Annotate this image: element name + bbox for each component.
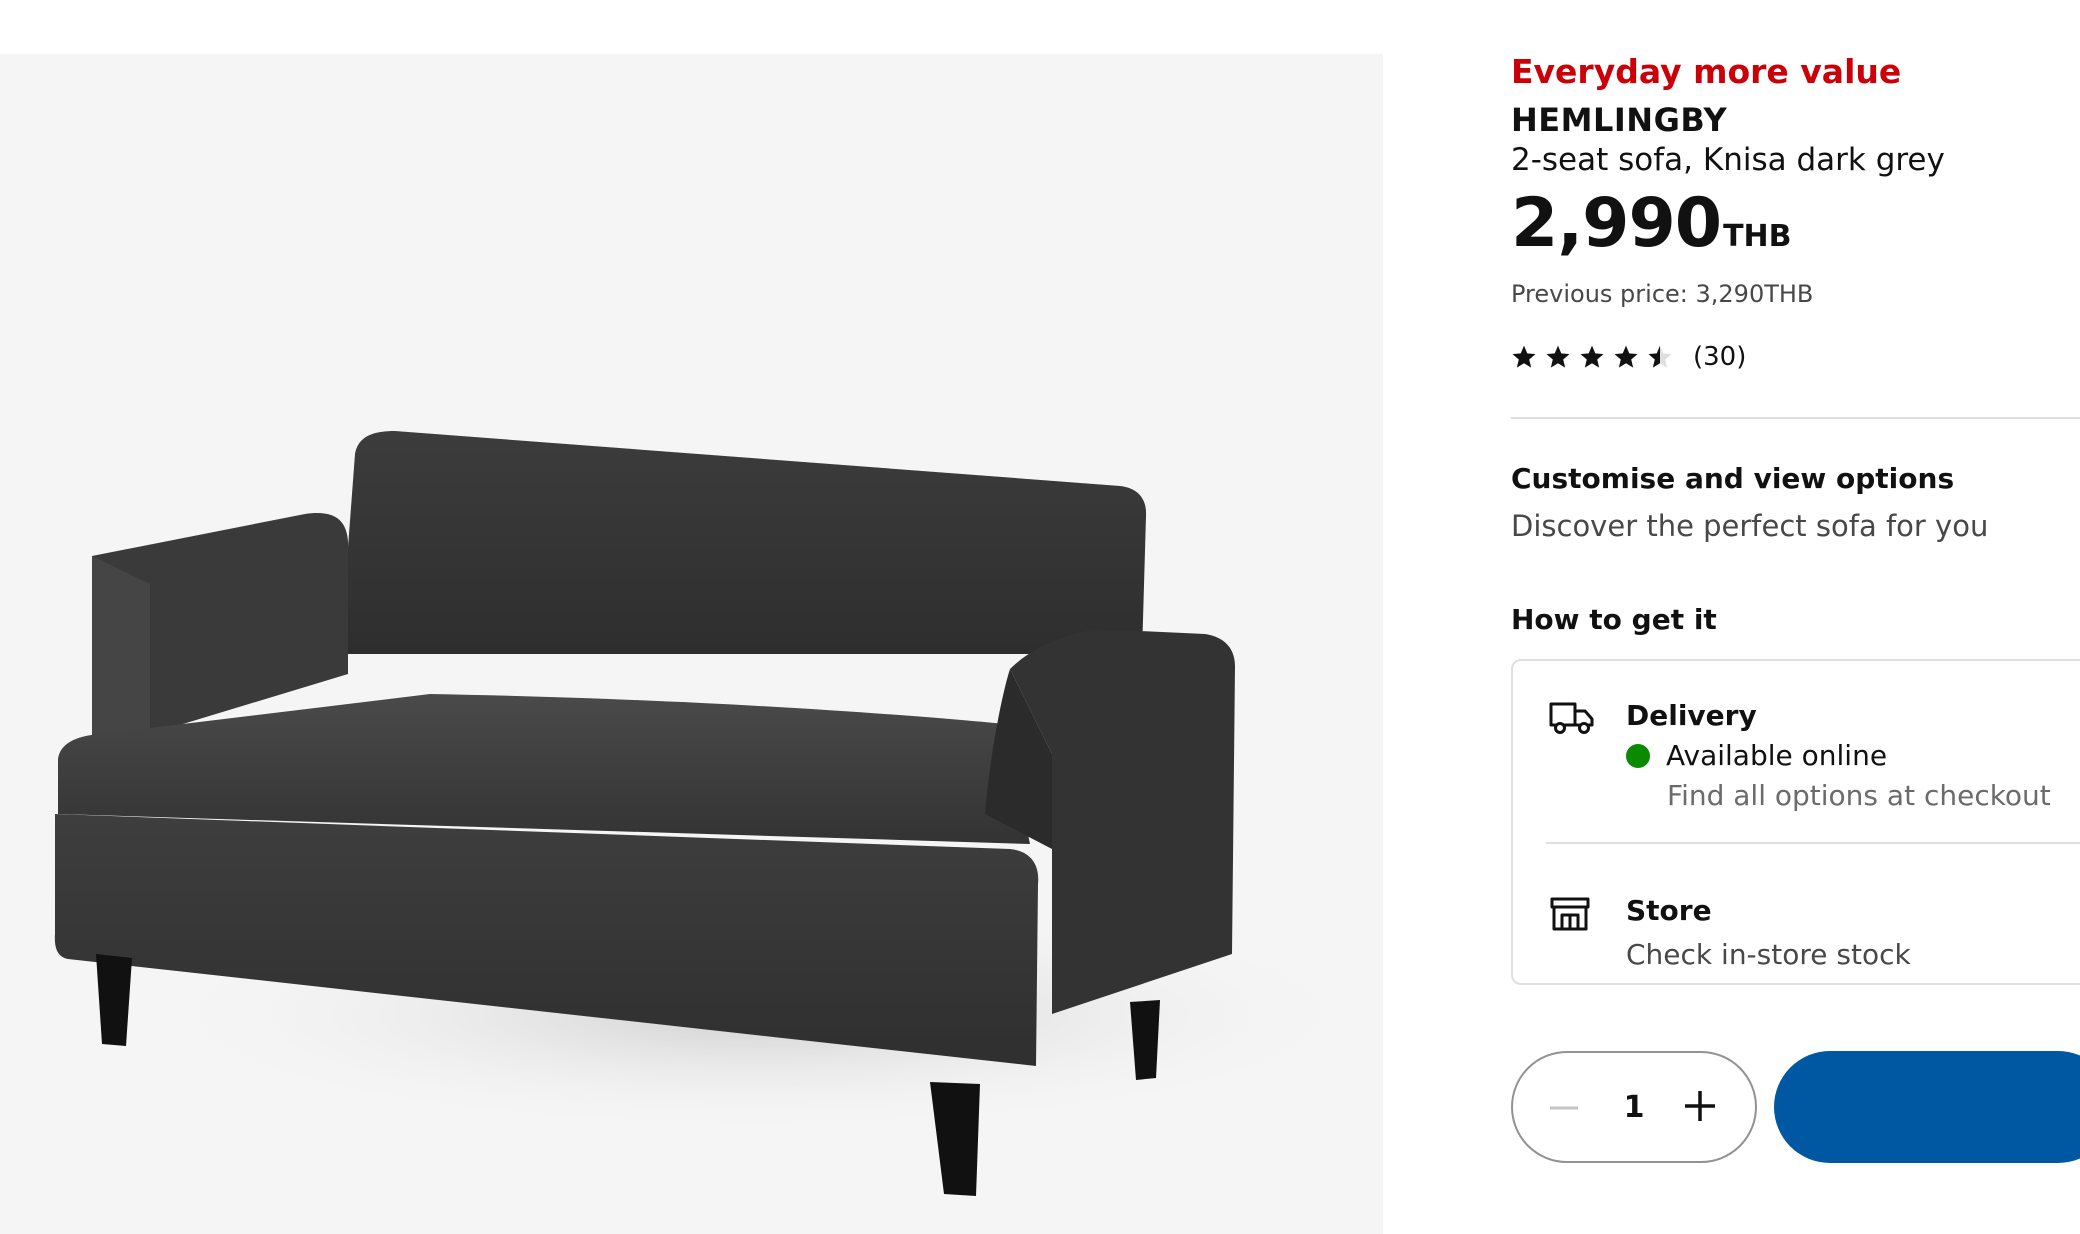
delivery-option[interactable]: Delivery Available online Find all optio… [1513, 661, 2080, 842]
fulfilment-card: Delivery Available online Find all optio… [1511, 659, 2080, 985]
review-count: (30) [1693, 342, 1747, 372]
availability-text: Available online [1666, 739, 1888, 772]
divider [1511, 417, 2080, 419]
store-stock-link: Check in-store stock [1626, 938, 1911, 971]
customise-title: Customise and view options [1511, 462, 1955, 495]
product-name: HEMLINGBY [1511, 101, 1728, 139]
star-icon [1512, 345, 1536, 368]
delivery-note: Find all options at checkout [1667, 779, 2051, 812]
increase-quantity-button[interactable] [1683, 1089, 1717, 1127]
plus-icon [1685, 1091, 1715, 1121]
product-image[interactable] [0, 54, 1383, 1234]
price: 2,990 THB [1511, 190, 1792, 258]
rating-summary[interactable]: (30) [1511, 342, 1746, 372]
quantity-value[interactable]: 1 [1513, 1053, 1755, 1161]
delivery-title: Delivery [1626, 699, 1757, 732]
previous-price: Previous price: 3,290THB [1511, 280, 1814, 308]
how-to-get-title: How to get it [1511, 603, 1717, 636]
quantity-stepper: 1 [1511, 1051, 1757, 1163]
star-icon [1648, 345, 1672, 368]
customise-options-link[interactable]: Customise and view options Discover the … [1511, 462, 1988, 543]
availability-status: Available online [1626, 739, 1887, 772]
value-badge: Everyday more value [1511, 52, 1902, 91]
price-amount: 2,990 [1511, 184, 1722, 263]
product-page: Everyday more value HEMLINGBY 2-seat sof… [0, 0, 2080, 1234]
store-option[interactable]: Store Check in-store stock [1513, 844, 2080, 985]
product-info: Everyday more value HEMLINGBY 2-seat sof… [1511, 0, 2080, 1234]
add-to-bag-button[interactable] [1774, 1051, 2080, 1163]
star-icon [1614, 345, 1638, 368]
star-icon [1580, 345, 1604, 368]
star-icon [1546, 345, 1570, 368]
sofa-illustration [54, 431, 1380, 1196]
customise-subtitle: Discover the perfect sofa for you [1511, 509, 1989, 543]
truck-icon [1549, 701, 1595, 739]
product-description: 2-seat sofa, Knisa dark grey [1511, 142, 1945, 178]
rating-stars [1511, 344, 1673, 370]
available-dot-icon [1626, 743, 1650, 768]
store-title: Store [1626, 894, 1712, 927]
store-icon [1549, 896, 1591, 936]
price-currency: THB [1723, 219, 1792, 254]
